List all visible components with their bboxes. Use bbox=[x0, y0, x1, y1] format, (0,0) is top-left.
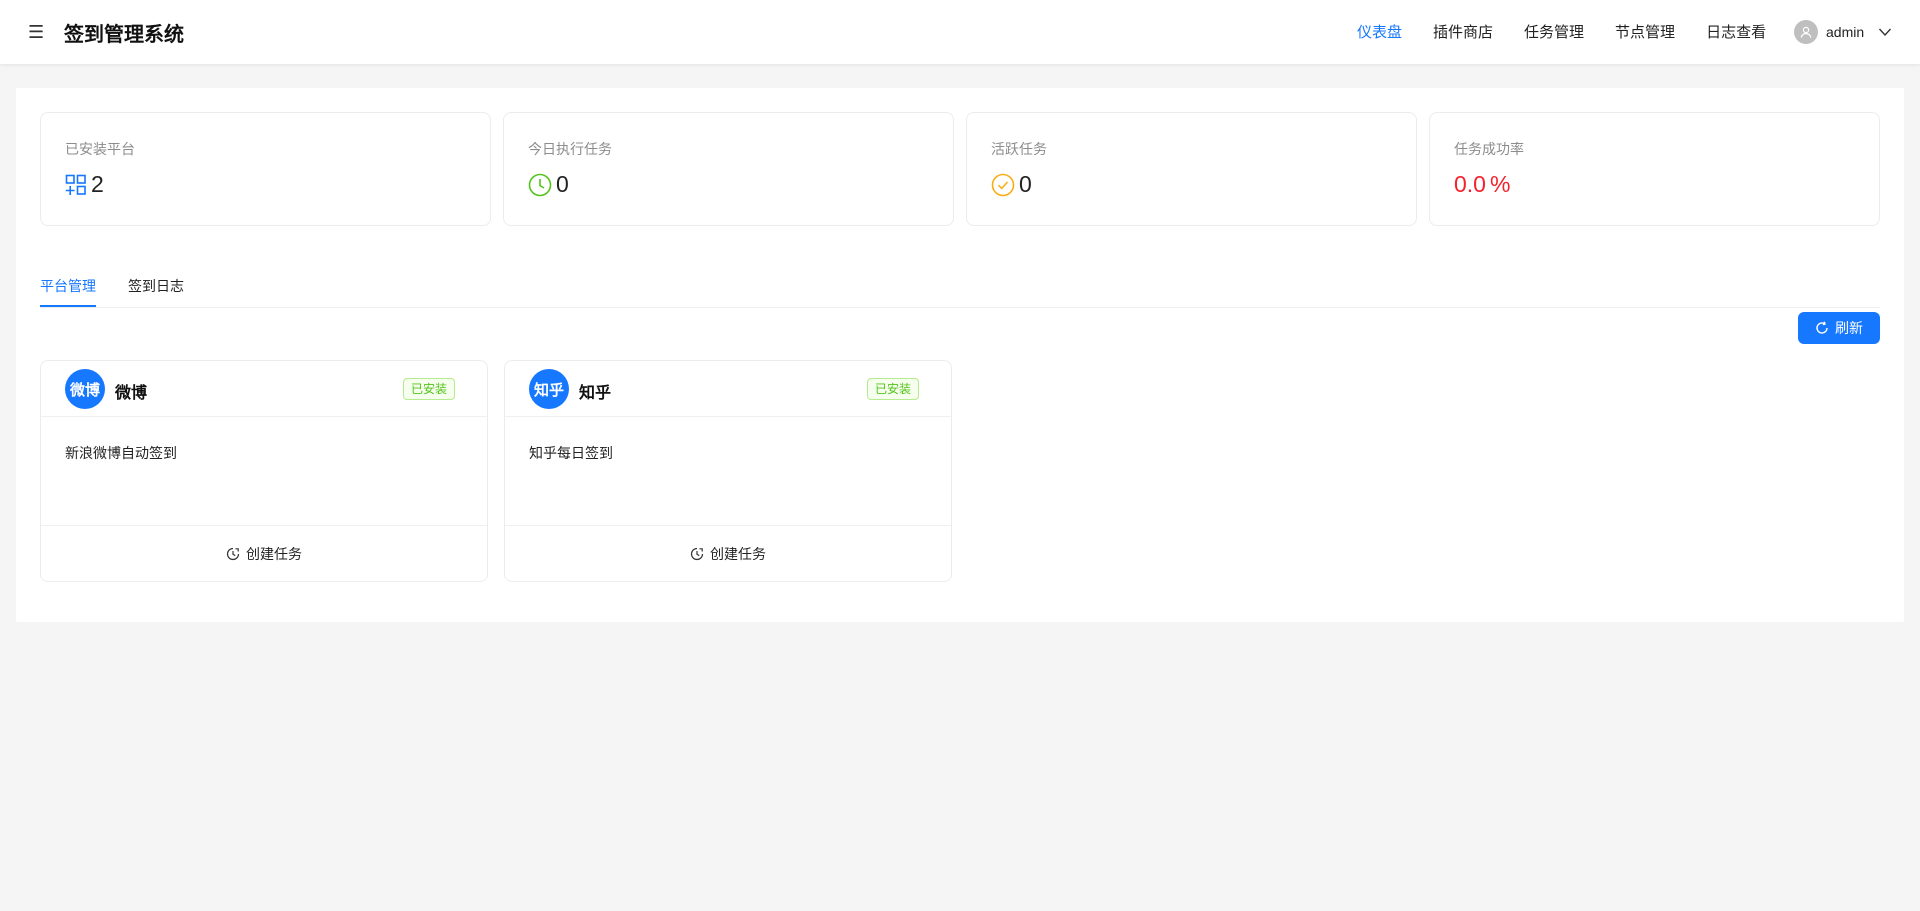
stat-value: 2 bbox=[65, 171, 104, 198]
platform-card-zhihu: 知乎 知乎 已安装 知乎每日签到 创建任务 bbox=[504, 360, 952, 582]
stat-number: 0 bbox=[556, 171, 569, 197]
stat-card-success-rate: 任务成功率 0.0 % bbox=[1429, 112, 1880, 226]
main-content: 已安装平台 2 今日执行任务 0 活跃任务 0 任务成功率 0.0 % 平台管理… bbox=[16, 88, 1904, 622]
check-circle-icon bbox=[991, 173, 1015, 197]
stat-value: 0 bbox=[528, 171, 569, 198]
stat-card-active-tasks: 活跃任务 0 bbox=[966, 112, 1417, 226]
nav-item-task-management[interactable]: 任务管理 bbox=[1524, 21, 1584, 42]
appstore-icon bbox=[65, 174, 87, 196]
stat-number: 0.0 bbox=[1454, 171, 1486, 197]
refresh-button[interactable]: 刷新 bbox=[1798, 312, 1880, 344]
status-badge: 已安装 bbox=[402, 378, 455, 400]
platform-name: 微博 bbox=[115, 385, 148, 402]
stat-card-today-tasks: 今日执行任务 0 bbox=[503, 112, 954, 226]
chevron-down-icon[interactable] bbox=[1878, 27, 1892, 37]
nav-item-dashboard[interactable]: 仪表盘 bbox=[1357, 21, 1402, 42]
stat-title: 活跃任务 bbox=[991, 141, 1047, 157]
tab-platform-management[interactable]: 平台管理 bbox=[40, 276, 96, 296]
platform-card-header: 知乎 知乎 已安装 bbox=[505, 361, 951, 417]
platform-description: 新浪微博自动签到 bbox=[65, 445, 177, 461]
platform-card-weibo: 微博 微博 已安装 新浪微博自动签到 创建任务 bbox=[40, 360, 488, 582]
avatar bbox=[1794, 20, 1818, 44]
top-header: ☰ 签到管理系统 仪表盘 插件商店 任务管理 节点管理 日志查看 admin bbox=[0, 0, 1920, 64]
create-task-label: 创建任务 bbox=[246, 546, 302, 562]
status-badge: 已安装 bbox=[866, 378, 919, 400]
schedule-icon bbox=[690, 547, 704, 561]
create-task-button[interactable]: 创建任务 bbox=[41, 525, 487, 582]
main-nav: 仪表盘 插件商店 任务管理 节点管理 日志查看 bbox=[1357, 21, 1797, 42]
user-menu[interactable]: admin bbox=[1794, 20, 1892, 44]
platform-description: 知乎每日签到 bbox=[529, 445, 613, 461]
username: admin bbox=[1826, 24, 1865, 40]
platform-name: 知乎 bbox=[579, 385, 612, 402]
stat-title: 任务成功率 bbox=[1454, 141, 1524, 157]
stat-card-installed-platforms: 已安装平台 2 bbox=[40, 112, 491, 226]
stat-value: 0.0 % bbox=[1454, 171, 1510, 198]
nav-item-plugin-store[interactable]: 插件商店 bbox=[1433, 21, 1493, 42]
nav-item-node-management[interactable]: 节点管理 bbox=[1615, 21, 1675, 42]
reload-icon bbox=[1815, 321, 1829, 335]
platform-logo: 知乎 bbox=[529, 369, 569, 409]
nav-item-log-viewer[interactable]: 日志查看 bbox=[1706, 21, 1766, 42]
tab-checkin-log[interactable]: 签到日志 bbox=[128, 276, 184, 296]
stat-number: 0 bbox=[1019, 171, 1032, 197]
schedule-icon bbox=[226, 547, 240, 561]
user-icon bbox=[1800, 26, 1812, 38]
refresh-label: 刷新 bbox=[1835, 320, 1863, 336]
platform-card-header: 微博 微博 已安装 bbox=[41, 361, 487, 417]
clock-icon bbox=[528, 173, 552, 197]
content-tabs: 平台管理 签到日志 bbox=[40, 264, 1880, 308]
app-title: 签到管理系统 bbox=[64, 24, 184, 46]
create-task-button[interactable]: 创建任务 bbox=[505, 525, 951, 582]
tab-active-indicator bbox=[40, 305, 96, 307]
stat-value: 0 bbox=[991, 171, 1032, 198]
stat-number: 2 bbox=[91, 171, 104, 197]
create-task-label: 创建任务 bbox=[710, 546, 766, 562]
stat-suffix: % bbox=[1489, 171, 1511, 197]
stat-title: 今日执行任务 bbox=[528, 141, 612, 157]
stat-title: 已安装平台 bbox=[65, 141, 135, 157]
platform-logo: 微博 bbox=[65, 369, 105, 409]
menu-icon[interactable]: ☰ bbox=[28, 22, 46, 42]
